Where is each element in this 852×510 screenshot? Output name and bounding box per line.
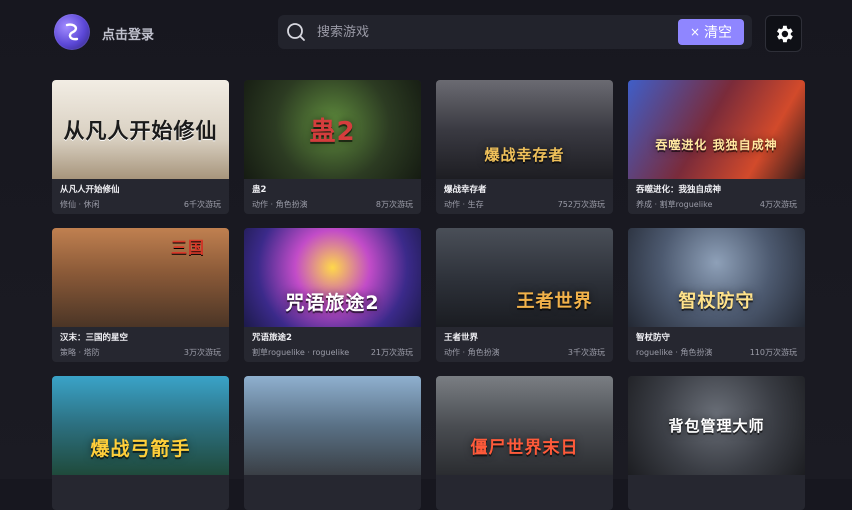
game-title: 蛊2 <box>252 185 267 195</box>
game-card[interactable]: 智杖防守 智杖防守 roguelike · 角色扮演 110万次游玩 <box>628 228 805 362</box>
game-tags: 割草roguelike · roguelike <box>252 348 350 357</box>
game-plays: 3千次游玩 <box>567 348 605 357</box>
game-card[interactable]: 僵尸世界末日 <box>436 376 613 510</box>
game-plays: 752万次游玩 <box>557 200 605 209</box>
game-plays: 21万次游玩 <box>370 348 413 357</box>
login-link[interactable]: 点击登录 <box>102 24 154 43</box>
swirl-icon <box>65 23 79 41</box>
game-card[interactable]: 从凡人开始修仙 从凡人开始修仙 修仙 · 休闲 6千次游玩 <box>52 80 229 214</box>
game-thumbnail: 三国 <box>52 228 229 327</box>
game-plays: 3万次游玩 <box>183 348 221 357</box>
game-thumbnail: 蛊2 <box>244 80 421 179</box>
game-title: 从凡人开始修仙 <box>60 185 120 195</box>
search-input[interactable] <box>315 23 678 41</box>
game-grid: 从凡人开始修仙 从凡人开始修仙 修仙 · 休闲 6千次游玩 蛊2 蛊2 动作 · … <box>52 80 806 510</box>
game-card[interactable]: 吞噬进化 我独自成神 吞噬进化：我独自成神 养成 · 割草roguelike 4万… <box>628 80 805 214</box>
game-tags: 修仙 · 休闲 <box>60 200 100 209</box>
settings-button[interactable] <box>765 15 802 52</box>
search-icon <box>287 23 305 41</box>
game-thumbnail: 爆战弓箭手 <box>52 376 229 475</box>
game-plays: 6千次游玩 <box>183 200 221 209</box>
game-card[interactable]: 爆战弓箭手 <box>52 376 229 510</box>
game-thumbnail: 吞噬进化 我独自成神 <box>628 80 805 179</box>
game-thumbnail: 从凡人开始修仙 <box>52 80 229 179</box>
game-tags: 动作 · 角色扮演 <box>252 200 308 209</box>
game-tags: roguelike · 角色扮演 <box>636 348 713 357</box>
game-title: 吞噬进化：我独自成神 <box>636 185 722 195</box>
app-logo-icon <box>54 14 90 50</box>
clear-button[interactable]: × 清空 <box>678 19 744 45</box>
game-card[interactable]: 蛊2 蛊2 动作 · 角色扮演 8万次游玩 <box>244 80 421 214</box>
game-plays: 4万次游玩 <box>759 200 797 209</box>
game-tags: 养成 · 割草roguelike <box>636 200 713 209</box>
game-card[interactable]: 咒语旅途2 咒语旅途2 割草roguelike · roguelike 21万次游… <box>244 228 421 362</box>
game-thumbnail: 咒语旅途2 <box>244 228 421 327</box>
search-bar: × 清空 <box>278 15 752 49</box>
game-thumbnail: 僵尸世界末日 <box>436 376 613 475</box>
game-plays: 110万次游玩 <box>749 348 797 357</box>
game-tags: 动作 · 生存 <box>444 200 484 209</box>
game-thumbnail: 王者世界 <box>436 228 613 327</box>
clear-button-label: 清空 <box>704 25 733 41</box>
game-card[interactable]: 背包管理大师 <box>628 376 805 510</box>
game-tags: 策略 · 塔防 <box>60 348 100 357</box>
game-thumbnail: 智杖防守 <box>628 228 805 327</box>
game-card[interactable]: 王者世界 王者世界 动作 · 角色扮演 3千次游玩 <box>436 228 613 362</box>
close-icon: × <box>689 25 701 39</box>
game-thumbnail: 爆战幸存者 <box>436 80 613 179</box>
game-plays: 8万次游玩 <box>375 200 413 209</box>
gear-icon <box>776 25 793 42</box>
game-card[interactable]: 爆战幸存者 爆战幸存者 动作 · 生存 752万次游玩 <box>436 80 613 214</box>
game-card[interactable]: 三国 汉末：三国的星空 策略 · 塔防 3万次游玩 <box>52 228 229 362</box>
game-card[interactable] <box>244 376 421 510</box>
game-title: 爆战幸存者 <box>444 185 487 195</box>
game-title: 汉末：三国的星空 <box>60 333 129 343</box>
game-title: 王者世界 <box>444 333 479 343</box>
game-title: 咒语旅途2 <box>252 333 292 343</box>
game-title: 智杖防守 <box>636 333 671 343</box>
game-tags: 动作 · 角色扮演 <box>444 348 500 357</box>
game-thumbnail <box>244 376 421 475</box>
game-thumbnail: 背包管理大师 <box>628 376 805 475</box>
